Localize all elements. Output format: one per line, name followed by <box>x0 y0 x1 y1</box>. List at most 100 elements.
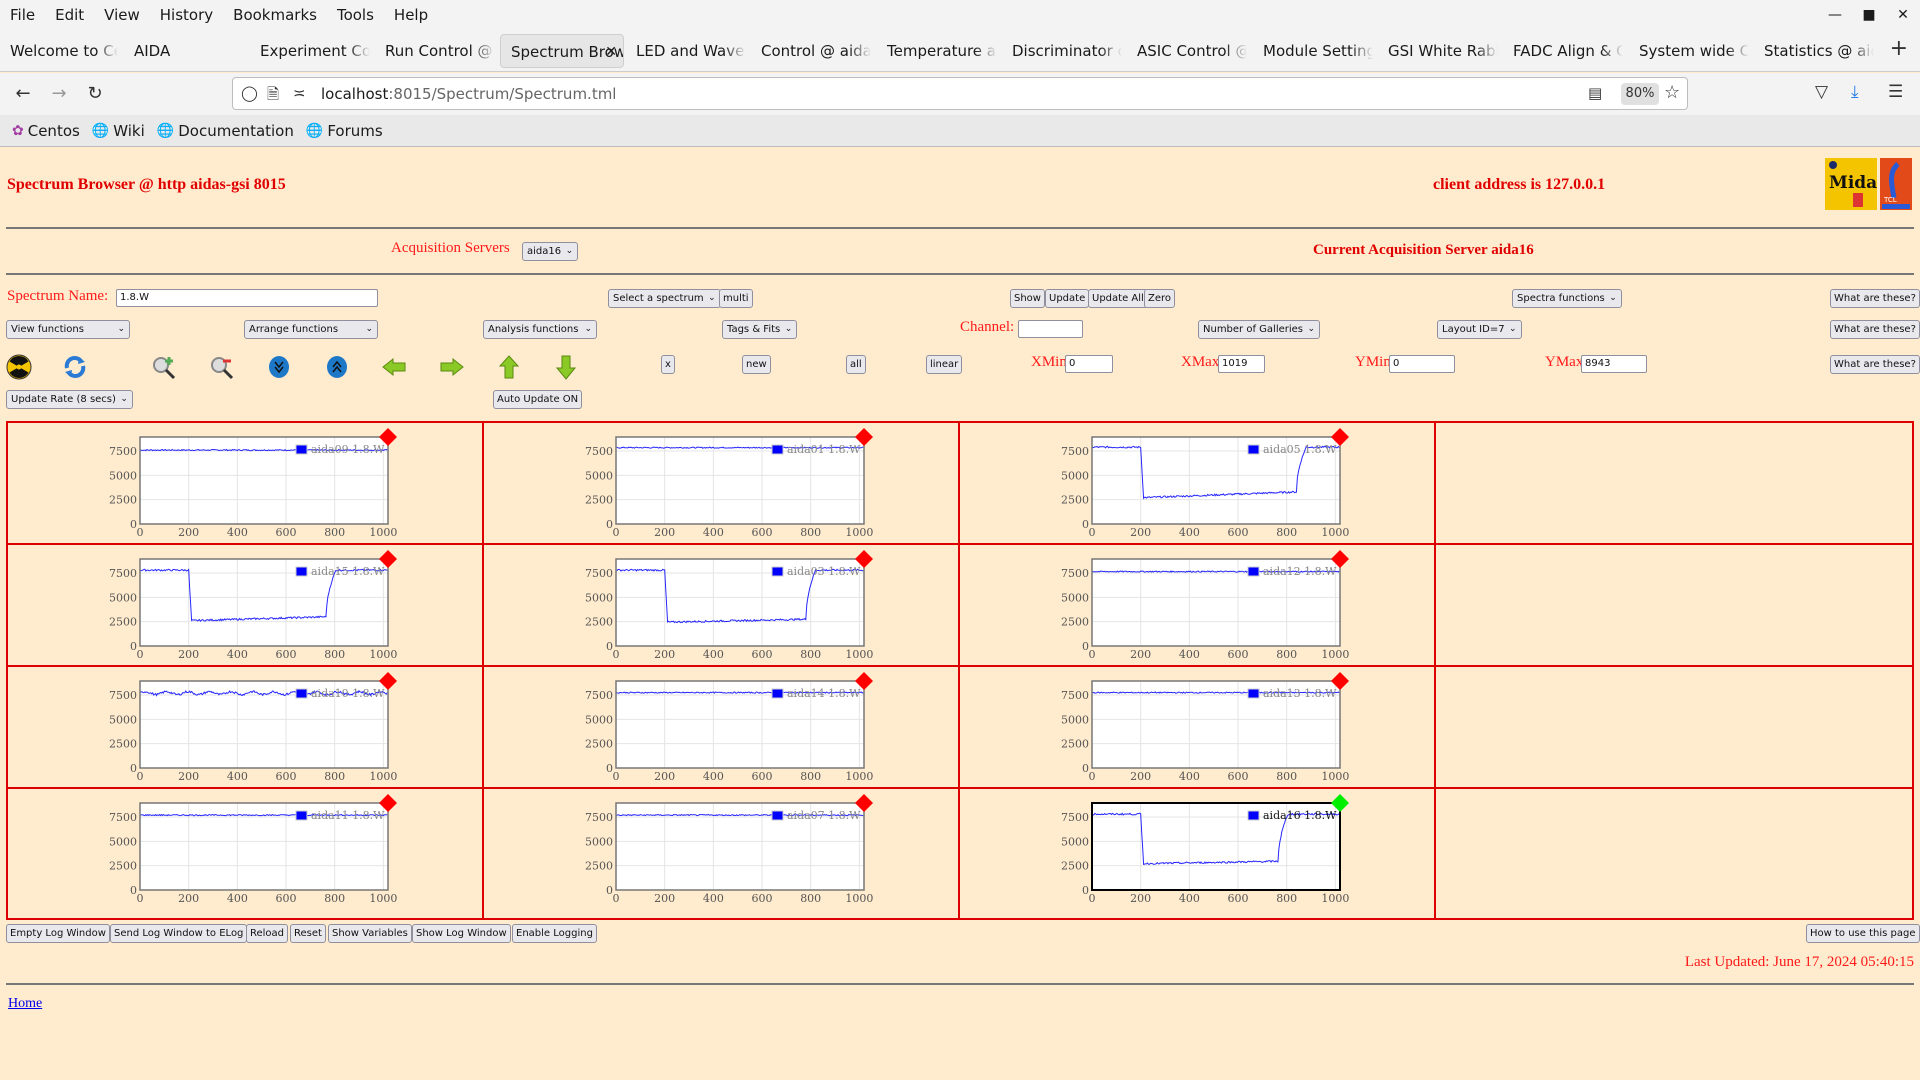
bookmark-centos[interactable]: ✿ Centos <box>12 122 80 140</box>
minimize-icon[interactable]: — <box>1818 0 1852 30</box>
downloads-icon[interactable]: ⤓ <box>1851 82 1859 102</box>
home-link[interactable]: Home <box>8 996 42 1012</box>
reader-view-icon[interactable]: ▤ <box>1588 84 1602 102</box>
tab-led-waveform[interactable]: LED and Waveform <box>626 34 746 68</box>
close-tab-icon[interactable]: ✕ <box>605 35 617 67</box>
reload-icon[interactable]: ↻ <box>80 79 110 109</box>
close-window-icon[interactable]: ✕ <box>1886 0 1920 30</box>
tab-welcome[interactable]: Welcome to Centos <box>0 34 118 68</box>
zoom-out-icon[interactable] <box>209 354 235 380</box>
forward-icon[interactable]: → <box>44 79 74 109</box>
update-all-button[interactable]: Update All <box>1088 289 1148 308</box>
spectrum-chart[interactable]: 0 200 400 600 800 1000 0 2500 5000 7500 aida16 1.8… <box>1050 791 1360 906</box>
tab-gsi-white-rabbit[interactable]: GSI White Rabbit <box>1378 34 1498 68</box>
tab-statistics[interactable]: Statistics @ aidas <box>1754 34 1874 68</box>
gallery-cell[interactable] <box>1436 667 1912 789</box>
tab-aida[interactable]: AIDA <box>124 34 244 68</box>
show-variables-button[interactable]: Show Variables <box>328 924 412 943</box>
spectrum-chart[interactable]: 0 200 400 600 800 1000 0 2500 5000 7500 aida11 1.8… <box>98 791 408 906</box>
tab-fadc-align[interactable]: FADC Align & Control <box>1503 34 1623 68</box>
spectrum-chart[interactable]: 0 200 400 600 800 1000 0 2500 5000 7500 aida14 1.8… <box>574 669 884 784</box>
spectrum-chart[interactable]: 0 200 400 600 800 1000 0 2500 5000 7500 aida03 1.8… <box>574 547 884 662</box>
tab-module-settings[interactable]: Module Settings <box>1253 34 1373 68</box>
menu-bookmarks[interactable]: Bookmarks <box>223 6 327 24</box>
spectra-functions-dropdown[interactable]: Spectra functions ⌄ <box>1512 289 1622 308</box>
xmax-input[interactable]: 1019 <box>1218 355 1265 373</box>
spectrum-chart[interactable]: 0 200 400 600 800 1000 0 2500 5000 7500 aida15 1.8… <box>98 547 408 662</box>
multi-button[interactable]: multi <box>719 289 753 308</box>
enable-logging-button[interactable]: Enable Logging <box>512 924 597 943</box>
menu-file[interactable]: File <box>0 6 45 24</box>
linear-button[interactable]: linear <box>926 355 963 374</box>
spectrum-chart[interactable]: 0 200 400 600 800 1000 0 2500 5000 7500 aida01 1.8… <box>574 425 884 540</box>
spectrum-chart[interactable]: 0 200 400 600 800 1000 0 2500 5000 7500 aida13 1.8… <box>1050 669 1360 784</box>
tab-temperature[interactable]: Temperature and <box>877 34 997 68</box>
ymax-input[interactable]: 8943 <box>1581 355 1647 373</box>
empty-log-window-button[interactable]: Empty Log Window <box>6 924 110 943</box>
bookmark-forums[interactable]: 🌐 Forums <box>306 122 383 140</box>
tab-run-control[interactable]: Run Control @ aidas <box>375 34 495 68</box>
update-button[interactable]: Update <box>1045 289 1090 308</box>
gallery-cell[interactable] <box>1436 423 1912 545</box>
spectrum-chart[interactable]: 0 200 400 600 800 1000 0 2500 5000 7500 aida12 1.8… <box>1050 547 1360 662</box>
tab-experiment-control[interactable]: Experiment Control <box>250 34 370 68</box>
tab-spectrum-browser[interactable]: Spectrum Browser✕ <box>500 34 624 68</box>
analysis-functions-dropdown[interactable]: Analysis functions ⌄ <box>483 320 597 339</box>
bookmark-wiki[interactable]: 🌐 Wiki <box>92 122 145 140</box>
how-to-use-button[interactable]: How to use this page <box>1806 924 1920 943</box>
arrow-up-icon[interactable] <box>496 354 522 380</box>
zero-button[interactable]: Zero <box>1144 289 1176 308</box>
tab-discriminator[interactable]: Discriminator control <box>1002 34 1122 68</box>
gallery-cell[interactable] <box>1436 789 1912 918</box>
pocket-icon[interactable]: ▽ <box>1815 82 1828 102</box>
arrange-functions-dropdown[interactable]: Arrange functions ⌄ <box>244 320 378 339</box>
ymin-input[interactable]: 0 <box>1389 355 1455 373</box>
bookmark-documentation[interactable]: 🌐 Documentation <box>157 122 294 140</box>
new-button[interactable]: new <box>742 355 771 374</box>
select-spectrum-dropdown[interactable]: Select a spectrum ⌄ <box>608 289 721 308</box>
send-log-to-elog-button[interactable]: Send Log Window to ELog <box>110 924 248 943</box>
radiation-icon[interactable] <box>6 354 32 380</box>
x-button[interactable]: x <box>661 355 675 374</box>
layout-id-dropdown[interactable]: Layout ID=7 ⌄ <box>1437 320 1522 339</box>
menu-view[interactable]: View <box>94 6 150 24</box>
menu-history[interactable]: History <box>150 6 223 24</box>
scroll-up-icon[interactable] <box>324 354 350 380</box>
maximize-icon[interactable]: ■ <box>1852 0 1886 30</box>
auto-update-button[interactable]: Auto Update ON <box>493 390 583 409</box>
spectrum-chart[interactable]: 0 200 400 600 800 1000 0 2500 5000 7500 aida10 1.8… <box>98 669 408 784</box>
arrow-right-icon[interactable] <box>439 354 465 380</box>
shield-icon[interactable]: ◯ <box>241 84 258 102</box>
show-button[interactable]: Show <box>1010 289 1045 308</box>
tags-fits-dropdown[interactable]: Tags & Fits ⌄ <box>722 320 798 339</box>
what-are-these-button-3[interactable]: What are these? <box>1830 355 1920 374</box>
gallery-cell[interactable] <box>1436 545 1912 667</box>
url-bar[interactable]: ◯ 🗎 ≍ localhost:8015/Spectrum/Spectrum.t… <box>232 77 1688 110</box>
arrow-left-icon[interactable] <box>381 354 407 380</box>
menu-help[interactable]: Help <box>384 6 438 24</box>
spectrum-chart[interactable]: 0 200 400 600 800 1000 0 2500 5000 7500 aida05 1.8… <box>1050 425 1360 540</box>
xmin-input[interactable]: 0 <box>1065 355 1113 373</box>
new-tab-icon[interactable]: + <box>1890 36 1908 61</box>
acquisition-server-select[interactable]: aida16 ⌄ <box>522 242 579 261</box>
view-functions-dropdown[interactable]: View functions ⌄ <box>6 320 130 339</box>
spectrum-name-input[interactable]: 1.8.W <box>116 289 378 307</box>
reload-button[interactable]: Reload <box>246 924 289 943</box>
all-button[interactable]: all <box>846 355 866 374</box>
number-of-galleries-dropdown[interactable]: Number of Galleries ⌄ <box>1198 320 1321 339</box>
url-text[interactable]: localhost:8015/Spectrum/Spectrum.tml <box>321 85 616 103</box>
spectrum-chart[interactable]: 0 200 400 600 800 1000 0 2500 5000 7500 aida09 1.8… <box>98 425 408 540</box>
tab-system-wide-checks[interactable]: System wide Checks <box>1629 34 1749 68</box>
permissions-icon[interactable]: ≍ <box>293 84 306 102</box>
what-are-these-button-1[interactable]: What are these? <box>1830 289 1920 308</box>
back-icon[interactable]: ← <box>8 79 38 109</box>
zoom-in-icon[interactable] <box>151 354 177 380</box>
refresh-icon[interactable] <box>62 354 88 380</box>
what-are-these-button-2[interactable]: What are these? <box>1830 320 1920 339</box>
show-log-window-button[interactable]: Show Log Window <box>412 924 511 943</box>
tab-asic-control[interactable]: ASIC Control @ <box>1127 34 1247 68</box>
reset-button[interactable]: Reset <box>290 924 326 943</box>
menu-edit[interactable]: Edit <box>45 6 94 24</box>
zoom-level[interactable]: 80% <box>1621 83 1659 105</box>
spectrum-chart[interactable]: 0 200 400 600 800 1000 0 2500 5000 7500 aida07 1.8… <box>574 791 884 906</box>
